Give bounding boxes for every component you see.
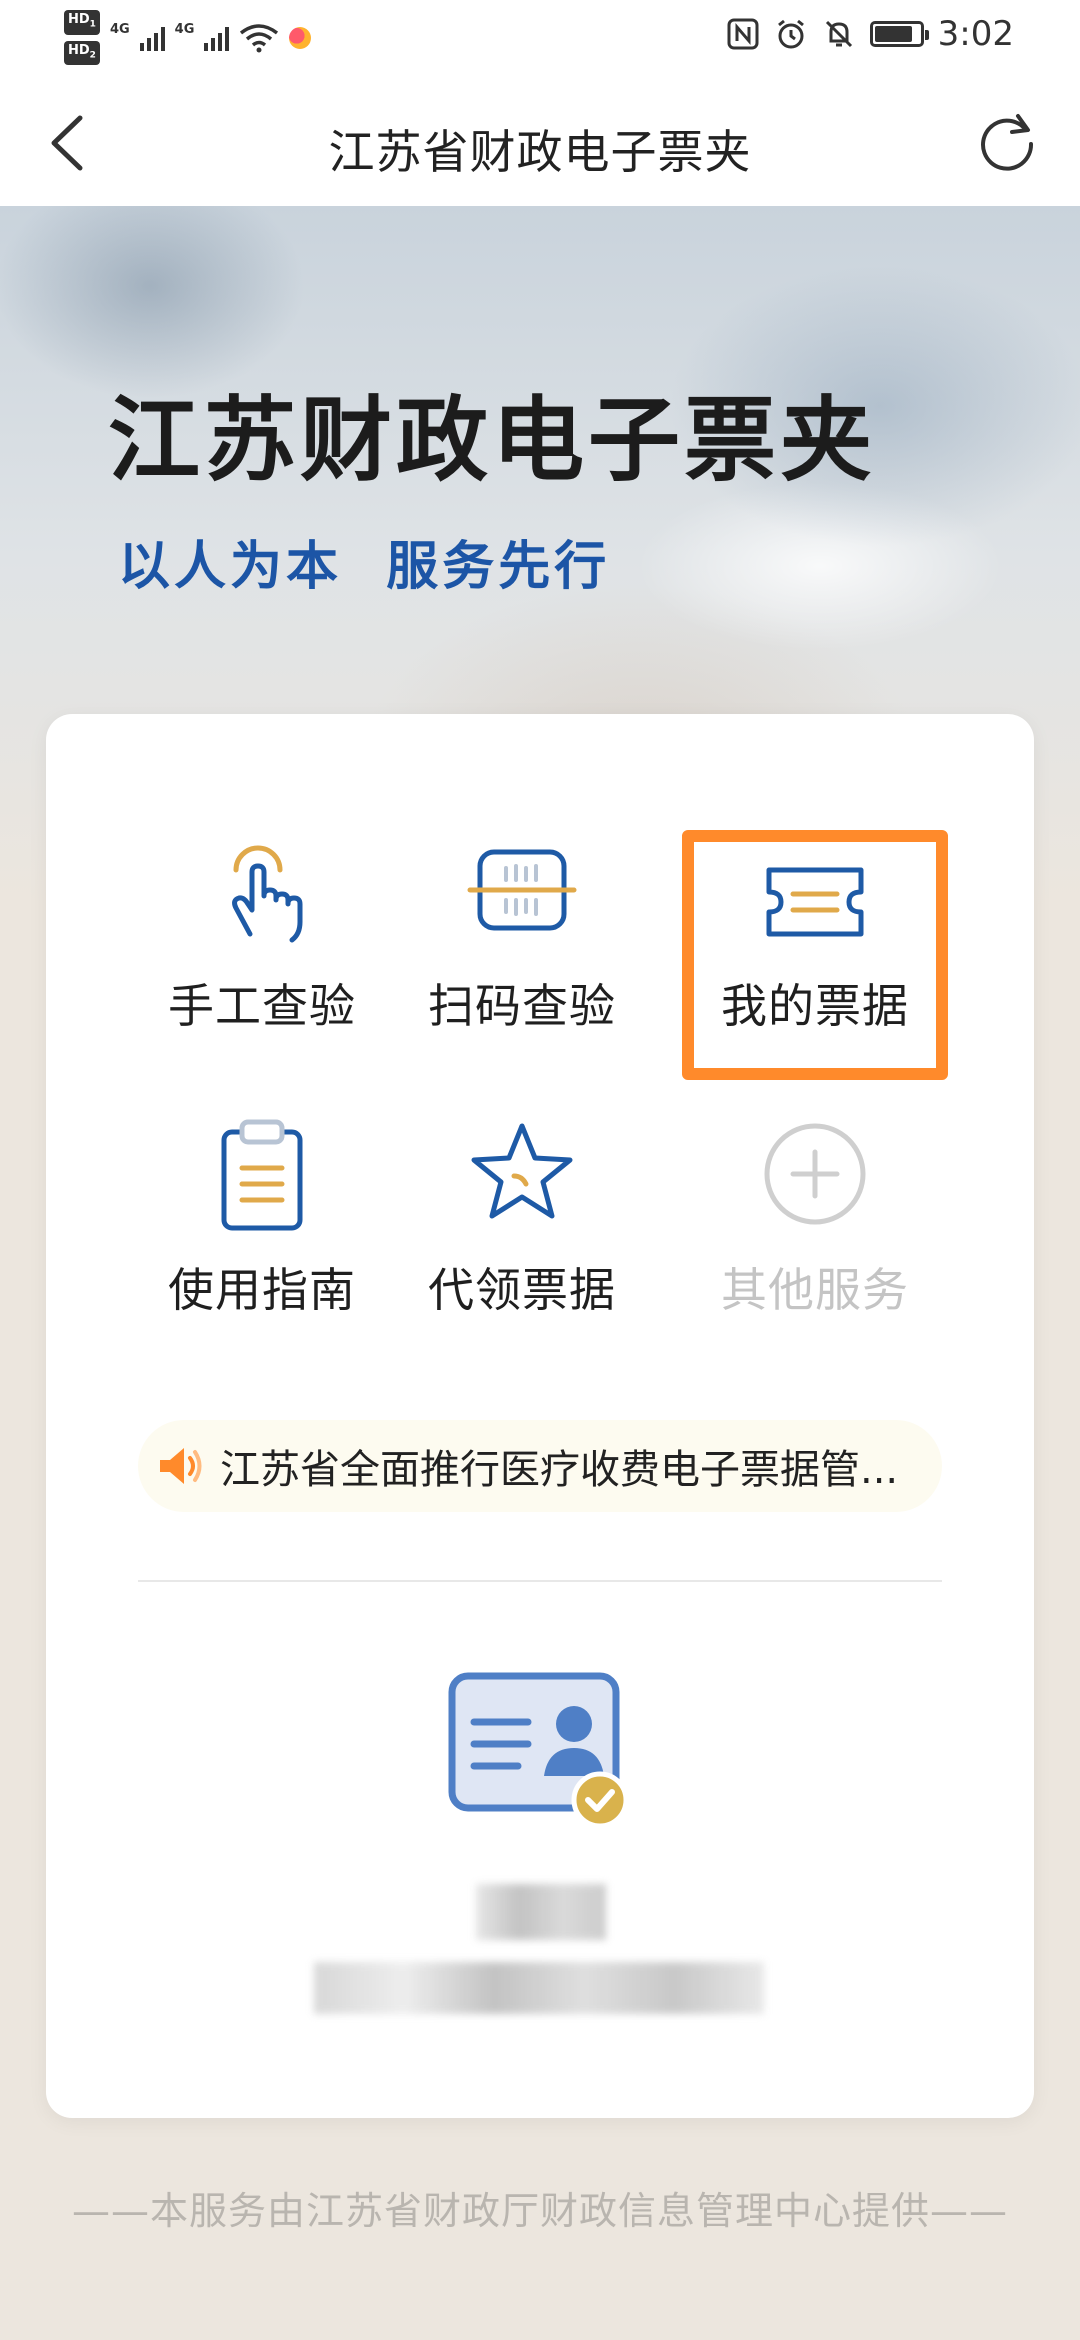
service-label: 使用指南 [168,1263,356,1317]
hd-label: HD [68,12,90,27]
service-proxy-collect[interactable]: 代领票据 [407,1114,637,1320]
star-icon [471,1123,573,1219]
service-label: 其他服务 [721,1263,909,1317]
id-card-verified-icon[interactable] [448,1672,638,1834]
health-app-icon [289,26,312,49]
battery-icon [869,21,929,47]
clipboard-icon [221,1119,303,1231]
status-left: HD1 HD2 4G 4G [64,10,312,66]
banner-slogan: 以人为本 服务先行 [118,537,611,597]
hd-indicators: HD1 HD2 [64,10,100,66]
service-manual-verify[interactable]: 手工查验 [147,830,377,1036]
plus-circle-icon [764,1123,866,1225]
service-scan-verify[interactable]: 扫码查验 [407,830,637,1036]
refresh-button[interactable] [974,108,1040,174]
network-type: 4G [174,22,195,38]
notice-text: 江苏省全面推行医疗收费电子票据管... [220,1447,899,1493]
status-right: 3:02 [726,14,1014,54]
service-user-guide[interactable]: 使用指南 [147,1114,377,1320]
wifi-icon [240,23,279,53]
page-title: 江苏省财政电子票夹 [328,125,752,179]
service-label: 扫码查验 [428,979,616,1033]
clock: 3:02 [937,14,1014,54]
signal-icon [139,25,165,51]
hd-icon: HD2 [64,40,100,66]
selection-highlight-box [682,830,948,1080]
scan-icon [467,849,577,931]
services-card: 手工查验 扫码查验 我的票据 使用指南 代领票据 其他服务 江苏省全面推行医疗收… [46,714,1034,2118]
user-id-redacted [314,1962,764,2014]
banner-title: 江苏财政电子票夹 [108,387,877,494]
nfc-icon [727,18,759,50]
speaker-icon [160,1448,202,1484]
signal-icon [204,25,230,51]
service-label: 代领票据 [428,1263,616,1317]
network-type: 4G [109,22,130,38]
user-name-redacted [476,1884,606,1940]
hd-icon: HD1 [64,10,100,35]
hand-tap-icon [232,845,303,943]
hd-label: HD [68,42,90,58]
notice-bar[interactable]: 江苏省全面推行医疗收费电子票据管... [138,1420,942,1512]
mute-icon [825,20,852,48]
status-bar: HD1 HD2 4G 4G 3:02 [0,0,1080,80]
navigation-bar: 江苏省财政电子票夹 [0,80,1080,206]
footer-provider-text: ——本服务由江苏省财政厅财政信息管理中心提供—— [71,2189,1008,2233]
divider [138,1580,942,1582]
alarm-icon [777,19,804,49]
service-other[interactable]: 其他服务 [682,1114,948,1320]
battery-level [874,26,913,42]
service-label: 手工查验 [168,979,356,1033]
